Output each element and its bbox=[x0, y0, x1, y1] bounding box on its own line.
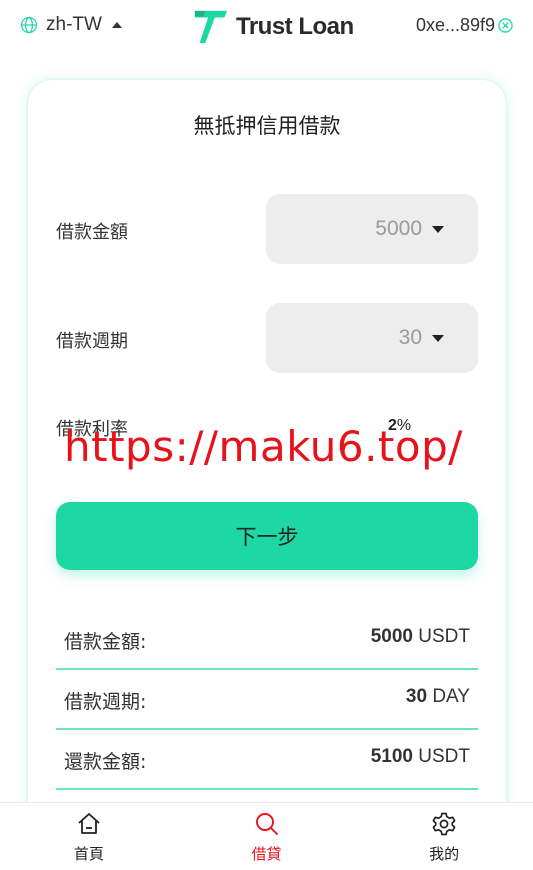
wallet-address[interactable]: 0xe...89f9 bbox=[416, 15, 513, 36]
summary-row: 還款金額: 5100 USDT bbox=[56, 730, 478, 790]
loan-summary: 借款金額: 5000 USDT 借款週期: 30 DAY 還款金額: 5100 … bbox=[56, 610, 478, 790]
language-label: zh-TW bbox=[46, 14, 102, 35]
wallet-address-text: 0xe...89f9 bbox=[415, 15, 495, 35]
globe-icon bbox=[20, 16, 38, 34]
summary-value: 5000 USDT bbox=[370, 626, 470, 647]
search-icon bbox=[255, 813, 278, 835]
next-step-button[interactable]: 下一步 bbox=[56, 502, 478, 570]
amount-value: 5000 bbox=[375, 217, 422, 240]
gear-icon bbox=[432, 812, 456, 836]
top-bar: zh-TW Trust Loan 0xe...89f9 bbox=[0, 0, 533, 52]
summary-row: 借款週期: 30 DAY bbox=[56, 670, 478, 730]
period-label: 借款週期 bbox=[56, 331, 128, 352]
summary-value: 30 DAY bbox=[405, 686, 470, 707]
summary-label: 借款金額: bbox=[64, 631, 147, 653]
card-title: 無抵押信用借款 bbox=[193, 114, 341, 138]
language-selector[interactable]: zh-TW bbox=[20, 14, 122, 36]
disconnect-icon[interactable] bbox=[498, 18, 513, 33]
brand-logo: Trust Loan bbox=[192, 8, 354, 46]
amount-select[interactable]: 5000 bbox=[266, 194, 478, 264]
bottom-nav: 首頁 借貸 我的 bbox=[0, 802, 533, 870]
nav-profile-label: 我的 bbox=[429, 845, 460, 863]
chevron-down-icon bbox=[432, 225, 444, 233]
summary-value: 5100 USDT bbox=[370, 746, 470, 767]
summary-row: 借款金額: 5000 USDT bbox=[56, 610, 478, 670]
period-value: 30 bbox=[398, 326, 422, 349]
nav-profile[interactable]: 我的 bbox=[355, 803, 533, 870]
period-select[interactable]: 30 bbox=[266, 303, 478, 373]
brand-name: Trust Loan bbox=[236, 13, 354, 40]
summary-label: 還款金額: bbox=[64, 751, 147, 773]
nav-home[interactable]: 首頁 bbox=[0, 803, 178, 870]
watermark-url: https://maku6.top/ bbox=[64, 422, 463, 471]
nav-loan[interactable]: 借貸 bbox=[178, 803, 356, 870]
nav-home-label: 首頁 bbox=[73, 845, 104, 863]
chevron-down-icon bbox=[432, 334, 444, 342]
home-icon bbox=[78, 813, 100, 834]
summary-label: 借款週期: bbox=[64, 691, 147, 713]
caret-up-icon bbox=[111, 22, 122, 28]
trust-loan-logo-icon bbox=[194, 10, 228, 44]
amount-label: 借款金額 bbox=[56, 222, 128, 243]
nav-loan-label: 借貸 bbox=[251, 845, 282, 863]
